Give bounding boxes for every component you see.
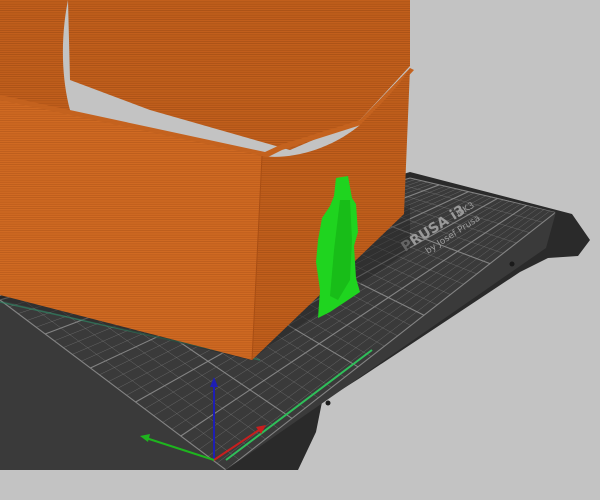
scene-canvas[interactable]: PRUSA i3 MK3 by Josef Prusa (0, 0, 600, 500)
bed-screw (509, 261, 515, 267)
bed-screw (325, 400, 331, 406)
model-inner-curve (0, 0, 70, 110)
3d-viewport[interactable]: PRUSA i3 MK3 by Josef Prusa (0, 0, 600, 500)
